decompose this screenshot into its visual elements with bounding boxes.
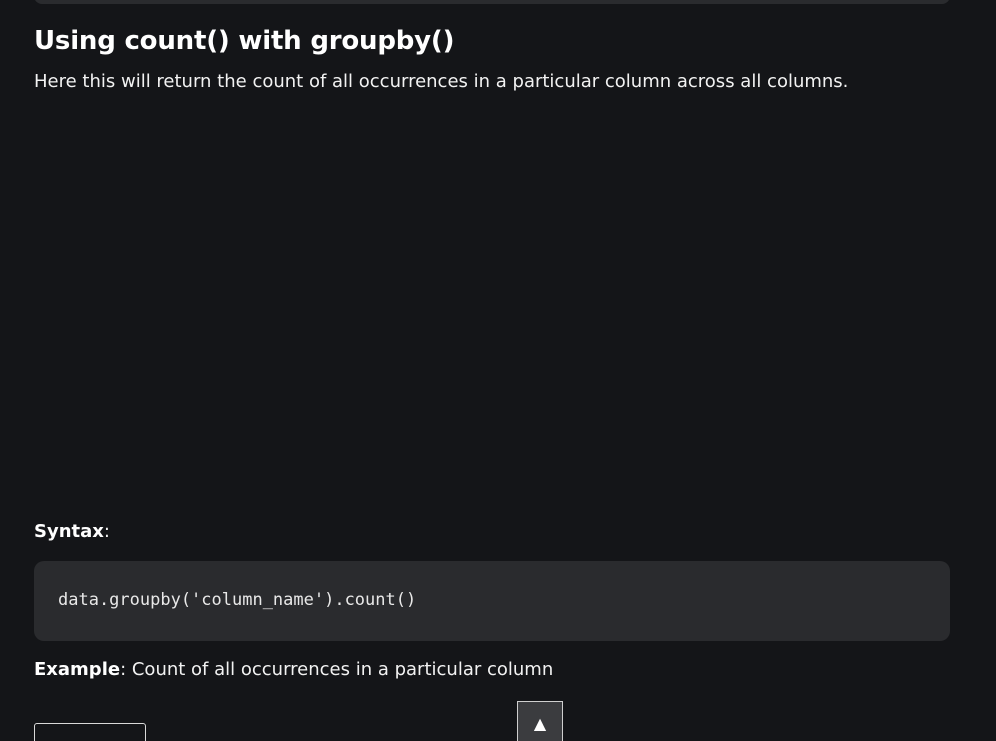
syntax-label-suffix: : [103,521,110,542]
example-label-suffix: : Count of all occurrences in a particul… [120,659,554,680]
arrow-up-icon: ▲ [533,714,547,733]
ad-placeholder [34,110,950,500]
syntax-label-strong: Syntax [34,521,104,542]
example-output-box[interactable] [34,723,146,741]
scroll-to-top-button[interactable]: ▲ [517,701,563,741]
syntax-label: Syntax: [34,521,110,542]
example-label-strong: Example [34,659,121,680]
page: Using count() with groupby() Here this w… [0,0,996,741]
previous-code-block [34,0,950,4]
example-label: Example: Count of all occurrences in a p… [34,659,553,680]
syntax-code: data.groupby('column_name').count() [58,590,417,610]
section-intro: Here this will return the count of all o… [34,71,849,92]
section-heading: Using count() with groupby() [34,26,455,56]
syntax-code-block: data.groupby('column_name').count() [34,561,950,641]
